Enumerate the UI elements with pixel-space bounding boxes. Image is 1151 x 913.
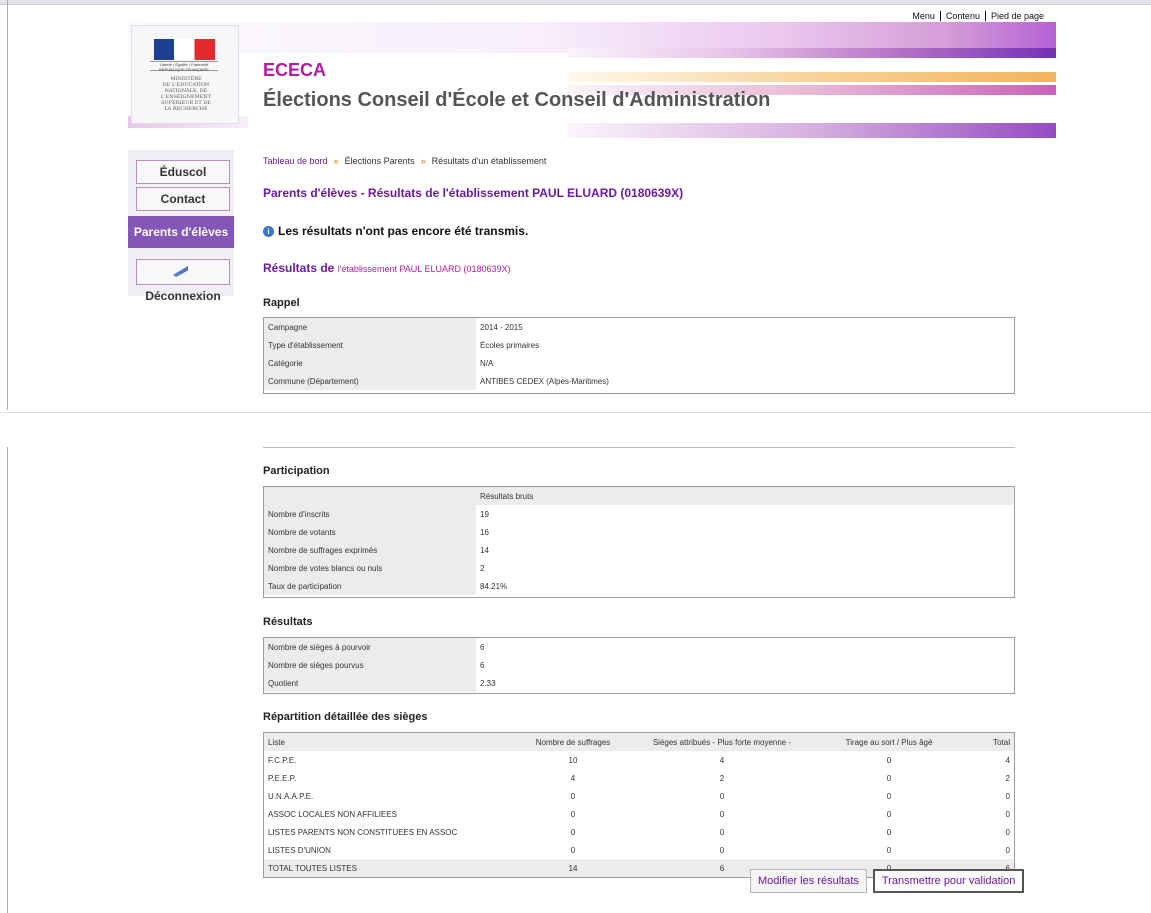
hidden-section-divider (263, 447, 1015, 448)
chevron-right-icon: » (420, 156, 426, 166)
republic-flag-icon (154, 39, 215, 60)
modify-results-button[interactable]: Modifier les résultats (750, 869, 867, 893)
browser-top-bar (0, 0, 1151, 5)
transmit-validation-button[interactable]: Transmettre pour validation (872, 869, 1025, 893)
breadcrumb-dashboard[interactable]: Tableau de bord (263, 156, 328, 166)
table-header: Liste Nombre de suffrages Sièges attribu… (264, 733, 1014, 751)
participation-table: Résultats bruts Nombre d'inscrits 19 Nomb… (263, 486, 1015, 598)
table-row: Nombre de suffrages exprimés 14 (264, 541, 1014, 559)
table-row: Nombre de sièges à pourvoir 6 (264, 638, 1014, 656)
table-row: Nombre de votes blancs ou nuls 2 (264, 559, 1014, 577)
ministry-logo: Liberté • Égalité • Fraternité RÉPUBLIQU… (131, 25, 239, 124)
left-frame-border-lower (7, 447, 8, 913)
table-row: ASSOC LOCALES NON AFFILIEES 0 0 0 0 (268, 809, 1010, 819)
table-row: LISTES D'UNION 0 0 0 0 (268, 845, 1010, 855)
republic-motto: Liberté • Égalité • Fraternité RÉPUBLIQU… (150, 61, 218, 72)
table-row: P.E.E.P. 4 2 0 2 (268, 773, 1010, 783)
breadcrumb-current: Résultats d'un établissement (431, 156, 547, 166)
screenshot-gap-line (0, 412, 1151, 413)
repartition-table: Liste Nombre de suffrages Sièges attribu… (263, 732, 1015, 878)
sidebar-item-parents[interactable]: Parents d'élèves (128, 216, 234, 248)
breadcrumb: Tableau de bord » Élections Parents » Résult… (263, 156, 546, 166)
app-title: ECECA (263, 60, 327, 80)
resultats-table: Nombre de sièges à pourvoir 6 Nombre de s… (263, 637, 1015, 694)
repartition-title: Répartition détaillée des sièges (263, 711, 428, 723)
sidebar-item-eduscol[interactable]: Éduscol (136, 160, 230, 184)
status-notice: i Les résultats n'ont pas encore été tran… (263, 224, 528, 238)
page-title: Parents d'élèves - Résultats de l'établi… (263, 186, 684, 200)
table-row: Nombre de sièges pourvus 6 (264, 656, 1014, 674)
participation-title: Participation (263, 465, 330, 477)
table-row: Nombre d'inscrits 19 (264, 505, 1014, 523)
table-row: Type d'établissement Écoles primaires (264, 336, 1014, 354)
app-subtitle: Élections Conseil d'École et Conseil d'A… (263, 89, 771, 111)
info-icon: i (263, 226, 274, 237)
table-row: LISTES PARENTS NON CONSTITUEES EN ASSOC 0… (268, 827, 1010, 837)
results-heading: Résultats de l'établissement PAUL ELUARD… (263, 261, 511, 275)
table-row: U.N.A.A.P.E. 0 0 0 0 (268, 791, 1010, 801)
left-frame-border (7, 0, 8, 410)
table-row: Catégorie N/A (264, 354, 1014, 372)
menu-link[interactable]: Menu (907, 11, 940, 21)
breadcrumb-parent-elections[interactable]: Élections Parents (345, 156, 415, 166)
table-row: Taux de participation 84.21% (264, 577, 1014, 595)
logout-icon (173, 266, 188, 277)
rappel-table: Campagne 2014 - 2015 Type d'établissement… (263, 317, 1015, 394)
utility-navigation: Menu Contenu Pied de page (907, 11, 1049, 21)
chevron-right-icon: » (333, 156, 339, 166)
table-header: Résultats bruts (264, 487, 1014, 505)
table-row: Campagne 2014 - 2015 (264, 318, 1014, 336)
table-row: F.C.P.E. 10 4 0 4 (268, 755, 1010, 765)
footer-link[interactable]: Pied de page (984, 11, 1049, 21)
result-actions: Modifier les résultats Transmettre pour … (750, 869, 1025, 893)
sidebar: Éduscol Contact Parents d'élèves Déconne… (128, 150, 234, 303)
sidebar-item-logout[interactable]: Déconnexion (136, 259, 230, 303)
sidebar-item-contact[interactable]: Contact (136, 187, 230, 211)
content-link[interactable]: Contenu (939, 11, 985, 21)
table-row: Commune (Département) ANTIBES CEDEX (Alpe… (264, 372, 1014, 390)
ministry-name: MINISTÈRE DE L'ÉDUCATION NATIONALE, DE L… (160, 76, 212, 112)
table-row: Nombre de votants 16 (264, 523, 1014, 541)
resultats-title: Résultats (263, 616, 313, 628)
header-banner (128, 22, 1056, 149)
table-row: Quotient 2.33 (264, 674, 1014, 692)
rappel-title: Rappel (263, 297, 300, 309)
